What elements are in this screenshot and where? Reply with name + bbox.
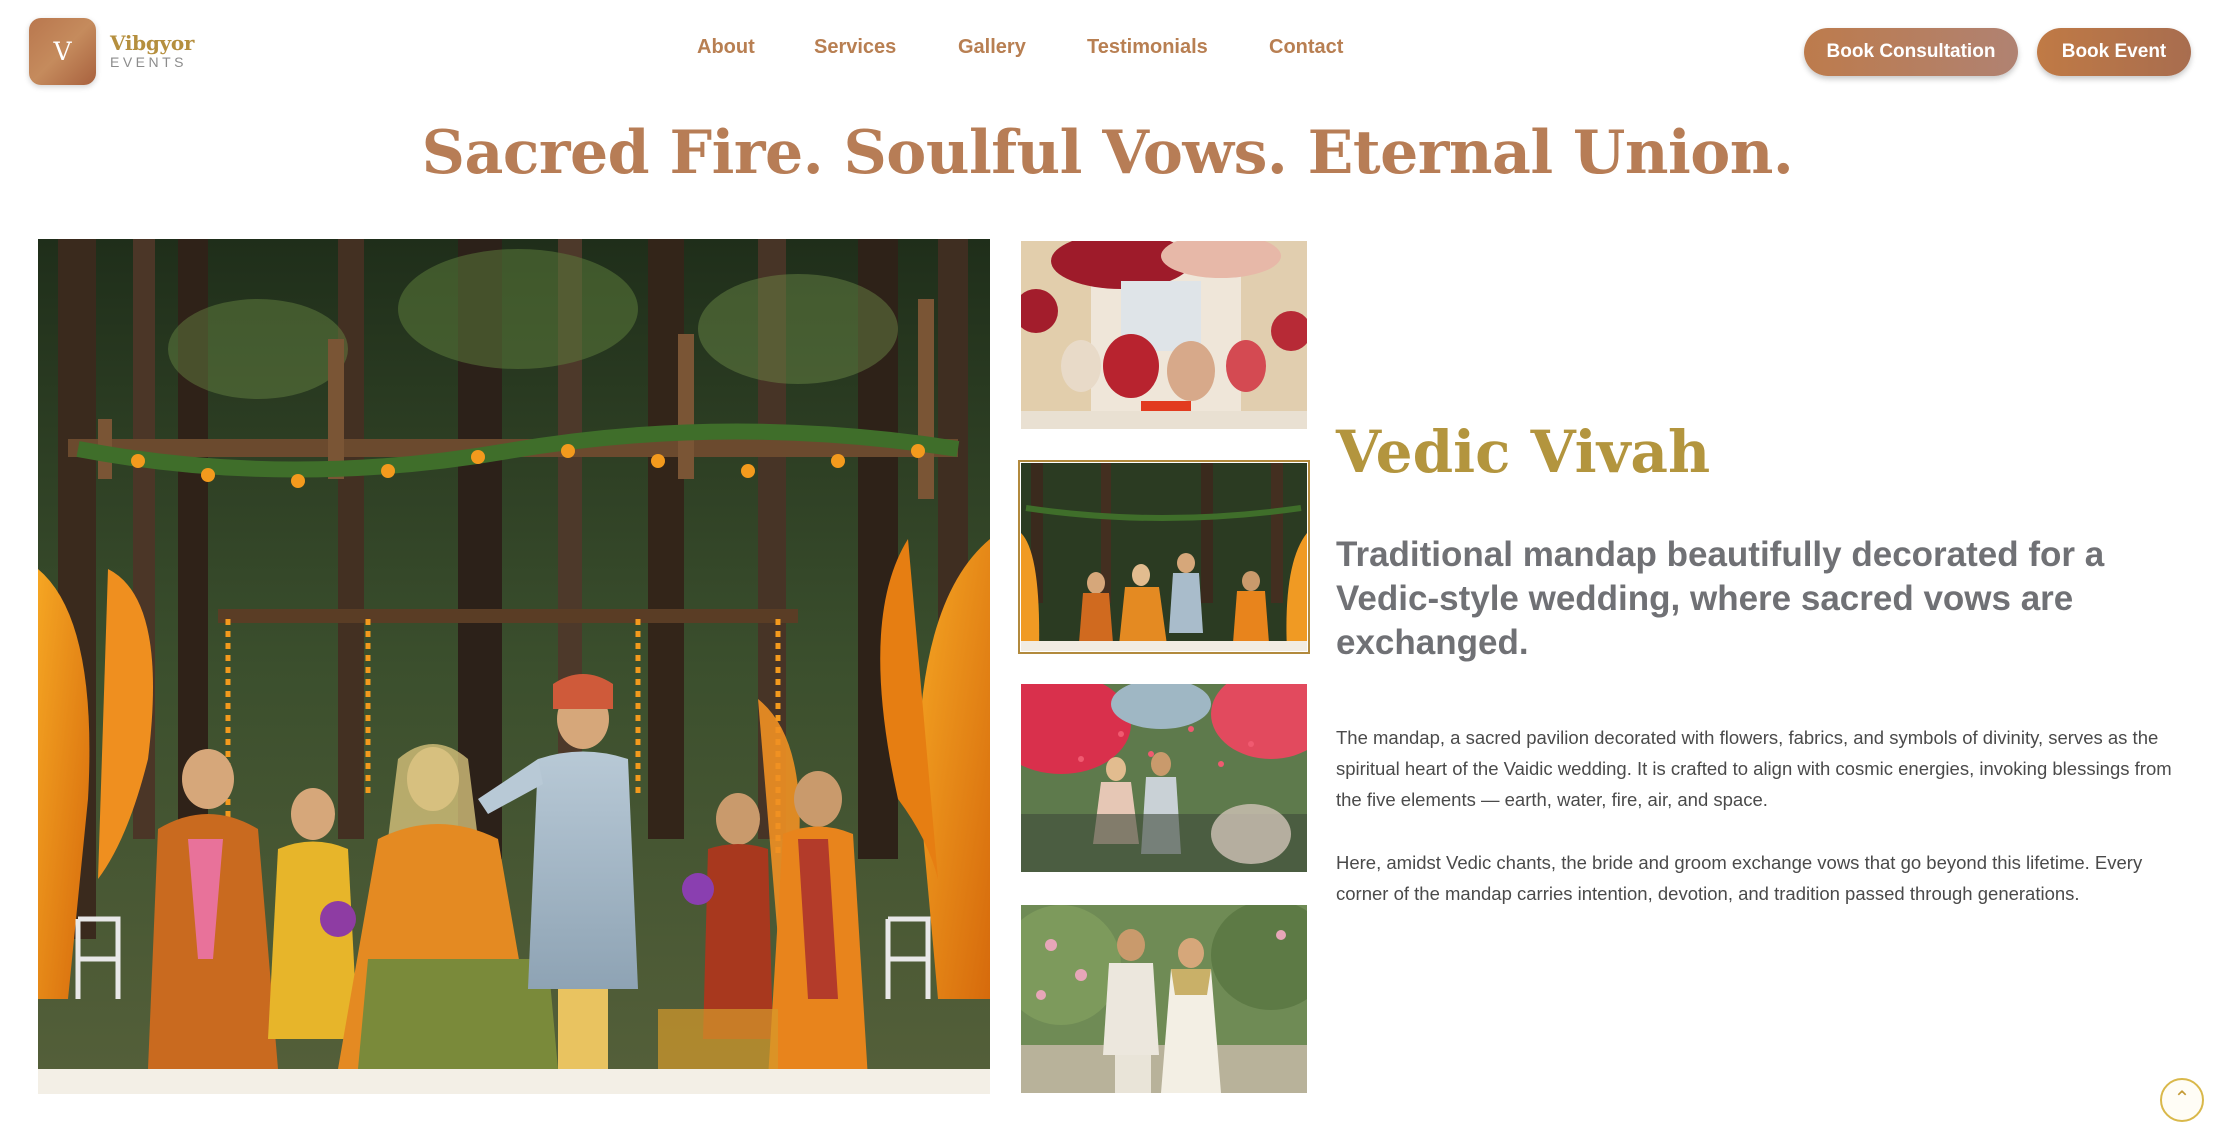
nav-services[interactable]: Services: [814, 36, 896, 59]
forest-mandap-ceremony-photo: [38, 239, 990, 1094]
scroll-to-top-button[interactable]: ⌃: [2160, 1078, 2204, 1122]
section-title: Vedic Vivah: [1336, 418, 1711, 486]
page-headline: Sacred Fire. Soulful Vows. Eternal Union…: [421, 118, 1794, 188]
featured-photo[interactable]: [38, 239, 990, 1094]
couple-portrait-photo: [1021, 905, 1307, 1093]
nav-gallery[interactable]: Gallery: [958, 36, 1026, 59]
book-consultation-button[interactable]: Book Consultation: [1804, 28, 2018, 76]
description-paragraph-2: Here, amidst Vedic chants, the bride and…: [1336, 852, 2143, 904]
petal-shower-photo: [1021, 684, 1307, 872]
forest-mandap-ceremony-photo: [1021, 463, 1307, 651]
section-subtitle: Traditional mandap beautifully decorated…: [1336, 535, 2105, 662]
nav-testimonials[interactable]: Testimonials: [1087, 36, 1208, 59]
description-paragraph-1: The mandap, a sacred pavilion decorated …: [1336, 727, 2172, 810]
gallery-thumbnail-1[interactable]: [1021, 241, 1307, 429]
mandap-indoor-ceremony-photo: [1021, 241, 1307, 429]
nav-about[interactable]: About: [697, 36, 755, 59]
gallery-thumbnail-4[interactable]: [1021, 905, 1307, 1093]
chevron-up-icon: ⌃: [2173, 1088, 2191, 1110]
nav-contact[interactable]: Contact: [1269, 36, 1343, 59]
gallery-thumbnail-3[interactable]: [1021, 684, 1307, 872]
site-header: V Vibgyor EVENTS About Services Gallery …: [0, 0, 2215, 102]
gallery-thumbnail-2[interactable]: [1018, 460, 1310, 654]
book-event-button[interactable]: Book Event: [2037, 28, 2191, 76]
